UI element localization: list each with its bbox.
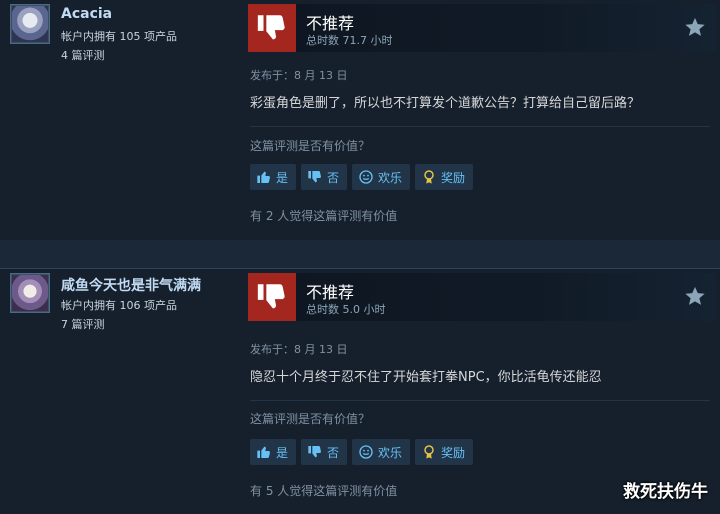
award-button[interactable]: 奖励 [415,164,474,190]
review-count[interactable]: 7 篇评测 [61,316,105,332]
helpful-count: 有 2 人觉得这篇评测有价值 [250,209,398,223]
review-count[interactable]: 4 篇评测 [61,47,105,63]
verdict-title: 不推荐 [306,14,355,33]
review-card-2: 咸鱼今天也是非气满满 帐户内拥有 106 项产品 7 篇评测 不推荐 总时数 5… [0,268,720,514]
vote-header[interactable]: 不推荐 总时数 5.0 小时 [248,273,716,321]
review-text: 彩蛋角色是删了，所以也不打算发个道歉公告？打算给自己留后路？ [250,96,641,111]
award-button[interactable]: 奖励 [415,439,474,465]
award-label: 奖励 [441,445,466,460]
vote-funny-label: 欢乐 [378,445,403,460]
vote-header[interactable]: 不推荐 总时数 71.7 小时 [248,4,716,52]
award-icon [424,445,434,459]
vote-no-button[interactable]: 否 [301,164,348,190]
thumbs-up-icon [257,446,270,458]
avatar[interactable] [10,273,50,313]
vote-no-button[interactable]: 否 [301,439,348,465]
divider [250,126,710,127]
products-owned[interactable]: 帐户内拥有 105 项产品 [61,28,177,44]
award-label: 奖励 [441,170,466,185]
award-icon [424,170,434,184]
vote-funny-label: 欢乐 [378,170,403,185]
rating-buttons: 是 否 欢乐 奖励 [250,439,474,465]
author-name[interactable]: 咸鱼今天也是非气满满 [61,275,201,295]
star-icon[interactable] [684,16,706,38]
rating-buttons: 是 否 欢乐 奖励 [250,164,474,190]
smiley-icon [359,445,373,459]
vote-no-label: 否 [327,170,340,185]
helpful-question: 这篇评测是否有价值？ [250,412,371,426]
verdict-title: 不推荐 [306,283,355,302]
review-card-1: Acacia 帐户内拥有 105 项产品 4 篇评测 不推荐 总时数 71.7 … [0,0,720,240]
posted-date: 发布于：8 月 13 日 [250,69,348,82]
review-text: 隐忍十个月终于忍不住了开始套打拳NPC，你比活龟传还能忍 [250,370,602,385]
thumbs-down-icon [308,171,321,183]
vote-yes-button[interactable]: 是 [250,164,297,190]
vote-yes-button[interactable]: 是 [250,439,297,465]
vote-yes-label: 是 [276,170,289,185]
vote-funny-button[interactable]: 欢乐 [352,439,411,465]
smiley-icon [359,170,373,184]
avatar[interactable] [10,4,50,44]
watermark: 救死扶伤牛 [623,482,708,502]
review-separator [0,240,720,268]
star-icon[interactable] [684,285,706,307]
hours-on-record: 总时数 5.0 小时 [306,303,386,316]
vote-no-label: 否 [327,445,340,460]
helpful-question: 这篇评测是否有价值？ [250,139,371,153]
divider [250,400,710,401]
thumbs-up-icon [257,171,270,183]
helpful-count: 有 5 人觉得这篇评测有价值 [250,484,398,498]
author-name[interactable]: Acacia [61,6,112,22]
hours-on-record: 总时数 71.7 小时 [306,34,393,47]
products-owned[interactable]: 帐户内拥有 106 项产品 [61,297,177,313]
posted-date: 发布于：8 月 13 日 [250,343,348,356]
thumbs-down-icon [248,4,296,52]
thumbs-down-icon [308,446,321,458]
thumbs-down-icon [248,273,296,321]
vote-yes-label: 是 [276,445,289,460]
vote-funny-button[interactable]: 欢乐 [352,164,411,190]
